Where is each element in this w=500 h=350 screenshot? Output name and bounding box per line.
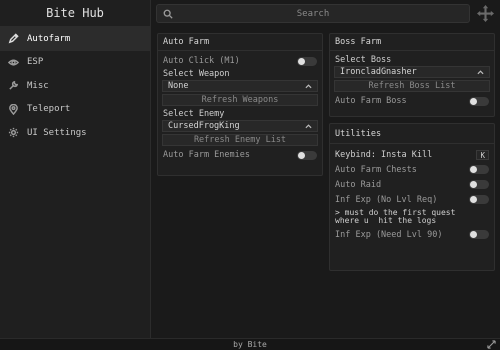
chevron-up-icon xyxy=(305,83,312,88)
refresh-boss-button[interactable]: Refresh Boss List xyxy=(334,80,490,92)
panel-title: Auto Farm xyxy=(158,34,322,51)
auto-click-label: Auto Click (M1) xyxy=(163,56,240,66)
chevron-up-icon xyxy=(477,69,484,74)
refresh-weapons-button[interactable]: Refresh Weapons xyxy=(162,94,318,106)
auto-raid-toggle[interactable] xyxy=(469,180,489,189)
sidebar-item-misc[interactable]: Misc xyxy=(0,74,150,98)
auto-farm-chests-row[interactable]: Auto Farm Chests xyxy=(330,162,494,177)
sidebar-item-label: Teleport xyxy=(27,104,71,115)
inf-exp-lvl90-label: Inf Exp (Need Lvl 90) xyxy=(335,229,443,240)
inf-exp-lvl90-row[interactable]: Inf Exp (Need Lvl 90) xyxy=(330,227,494,242)
quest-note-line: where u hit the logs xyxy=(335,216,437,225)
inf-exp-lvl90-toggle[interactable] xyxy=(469,230,489,239)
auto-farm-chests-label: Auto Farm Chests xyxy=(335,164,417,175)
sidebar-item-ui-settings[interactable]: UI Settings xyxy=(0,121,150,145)
auto-click-row[interactable]: Auto Click (M1) xyxy=(158,54,322,68)
inf-exp-no-lvl-toggle[interactable] xyxy=(469,195,489,204)
select-boss-label: Select Boss xyxy=(335,54,392,65)
sidebar-item-autofarm[interactable]: Autofarm xyxy=(0,27,150,51)
eye-icon xyxy=(7,56,20,69)
panel-title: Utilities xyxy=(330,124,494,144)
boss-dropdown[interactable]: IroncladGnasher xyxy=(334,66,490,78)
pencil-icon xyxy=(7,32,20,45)
sidebar-nav: Autofarm ESP Misc Teleport UI Settings xyxy=(0,27,150,145)
sidebar: Bite Hub Autofarm ESP Misc Teleport UI S… xyxy=(0,0,151,338)
auto-farm-enemies-toggle[interactable] xyxy=(297,150,317,160)
search-icon xyxy=(163,9,173,19)
auto-farm-boss-toggle[interactable] xyxy=(469,96,489,106)
move-handle-icon[interactable] xyxy=(477,5,494,22)
sidebar-item-label: UI Settings xyxy=(27,127,87,138)
gear-icon xyxy=(7,126,20,139)
footer-credit: by Bite xyxy=(233,340,267,349)
search-input[interactable] xyxy=(173,8,453,19)
auto-farm-panel: Auto Farm Auto Click (M1) Select Weapon … xyxy=(157,33,323,176)
keybind-key[interactable]: K xyxy=(476,149,489,160)
boss-dropdown-value: IroncladGnasher xyxy=(340,67,417,77)
search-bar[interactable] xyxy=(156,4,470,23)
quest-note: > must do the first quest where u hit th… xyxy=(330,207,494,227)
chevron-up-icon xyxy=(305,123,312,128)
inf-exp-no-lvl-row[interactable]: Inf Exp (No Lvl Req) xyxy=(330,192,494,207)
weapon-dropdown-value: None xyxy=(168,81,189,91)
panel-title: Boss Farm xyxy=(330,34,494,51)
keybind-row[interactable]: Keybind: Insta Kill K xyxy=(330,147,494,162)
sidebar-item-label: Misc xyxy=(27,80,49,91)
auto-farm-enemies-row[interactable]: Auto Farm Enemies xyxy=(158,148,322,162)
wrench-icon xyxy=(7,79,20,92)
select-enemy-label: Select Enemy xyxy=(163,108,225,119)
weapon-dropdown[interactable]: None xyxy=(162,80,318,92)
inf-exp-no-lvl-label: Inf Exp (No Lvl Req) xyxy=(335,194,438,205)
topbar xyxy=(151,0,500,27)
boss-farm-panel: Boss Farm Select Boss IroncladGnasher Re… xyxy=(329,33,495,117)
app-title: Bite Hub xyxy=(0,0,150,27)
auto-click-toggle[interactable] xyxy=(297,56,317,66)
refresh-enemy-button[interactable]: Refresh Enemy List xyxy=(162,134,318,146)
sidebar-item-esp[interactable]: ESP xyxy=(0,51,150,75)
auto-raid-row[interactable]: Auto Raid xyxy=(330,177,494,192)
enemy-dropdown-value: CursedFrogKing xyxy=(168,121,240,131)
footer: by Bite xyxy=(0,338,500,350)
sidebar-item-label: Autofarm xyxy=(27,33,71,44)
utilities-panel: Utilities Keybind: Insta Kill K Auto Far… xyxy=(329,123,495,271)
main-content: Auto Farm Auto Click (M1) Select Weapon … xyxy=(151,27,500,338)
auto-farm-chests-toggle[interactable] xyxy=(469,165,489,174)
keybind-label: Keybind: Insta Kill xyxy=(335,149,433,160)
sidebar-item-label: ESP xyxy=(27,57,44,68)
auto-farm-enemies-label: Auto Farm Enemies xyxy=(163,150,250,160)
select-weapon-label: Select Weapon xyxy=(163,68,230,79)
auto-farm-boss-row[interactable]: Auto Farm Boss xyxy=(330,94,494,108)
location-pin-icon xyxy=(7,103,20,116)
sidebar-item-teleport[interactable]: Teleport xyxy=(0,98,150,122)
resize-handle-icon[interactable] xyxy=(487,340,496,349)
auto-farm-boss-label: Auto Farm Boss xyxy=(335,96,407,106)
enemy-dropdown[interactable]: CursedFrogKing xyxy=(162,120,318,132)
auto-raid-label: Auto Raid xyxy=(335,179,382,190)
